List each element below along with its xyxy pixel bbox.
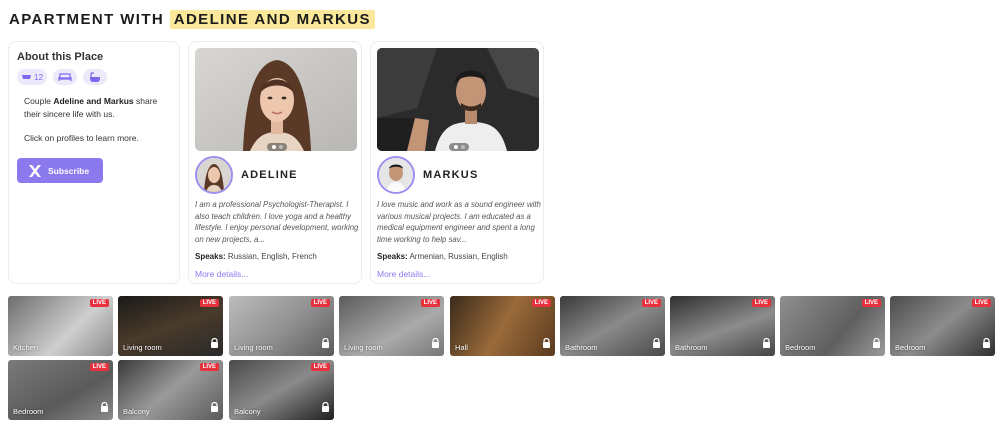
profile-photo[interactable]: [195, 48, 357, 151]
lock-icon: [210, 335, 219, 353]
lock-icon: [100, 399, 109, 417]
camera-tile[interactable]: LIVE Kitchen: [8, 296, 113, 356]
lock-icon: [321, 335, 330, 353]
live-badge: LIVE: [310, 299, 330, 307]
profile-card-markus[interactable]: MARKUS I love music and work as a sound …: [370, 41, 544, 284]
bathtub-icon: [89, 71, 100, 82]
camera-label: Bathroom: [675, 343, 708, 352]
subscribe-button[interactable]: Subscribe: [17, 158, 103, 183]
camera-tile[interactable]: LIVE Living room: [229, 296, 334, 356]
live-badge: LIVE: [751, 299, 771, 307]
title-prefix: APARTMENT WITH: [9, 11, 165, 28]
about-card: About this Place 12 Couple Adeline and M…: [8, 41, 180, 284]
live-badge: LIVE: [531, 299, 551, 307]
lock-icon: [210, 399, 219, 417]
camera-label: Bedroom: [13, 407, 44, 416]
live-badge: LIVE: [971, 299, 991, 307]
lock-icon: [321, 399, 330, 417]
live-badge: LIVE: [861, 299, 881, 307]
camera-label: Bathroom: [565, 343, 598, 352]
camera-label: Bedroom: [895, 343, 926, 352]
live-badge: LIVE: [641, 299, 661, 307]
profile-bio: I love music and work as a sound enginee…: [377, 200, 541, 244]
camera-tile[interactable]: LIVE Bedroom: [780, 296, 885, 356]
bed-icon: [22, 75, 31, 79]
about-description: Couple Adeline and Markus share their si…: [24, 96, 158, 119]
avatar[interactable]: [377, 156, 415, 194]
live-badge: LIVE: [89, 363, 109, 371]
camera-tile[interactable]: LIVE Bedroom: [8, 360, 113, 420]
lock-icon: [431, 335, 440, 353]
camera-tile[interactable]: LIVE Hall: [450, 296, 555, 356]
camera-tile[interactable]: LIVE Bathroom: [670, 296, 775, 356]
bed-chip: 12: [17, 69, 47, 85]
camera-tile[interactable]: LIVE Living room: [118, 296, 223, 356]
couple-names: Adeline and Markus: [53, 96, 134, 106]
camera-tile[interactable]: LIVE Balcony: [229, 360, 334, 420]
avatar[interactable]: [195, 156, 233, 194]
profile-languages: Speaks: Armenian, Russian, English: [377, 252, 508, 261]
about-hint: Click on profiles to learn more.: [24, 133, 139, 143]
more-details-link[interactable]: More details...: [377, 269, 430, 279]
subscribe-label: Subscribe: [48, 165, 90, 176]
camera-tile[interactable]: LIVE Balcony: [118, 360, 223, 420]
lock-icon: [872, 335, 881, 353]
profile-photo[interactable]: [377, 48, 539, 151]
camera-label: Hall: [455, 343, 468, 352]
profile-name: MARKUS: [423, 169, 479, 181]
live-badge: LIVE: [420, 299, 440, 307]
carousel-dots[interactable]: [449, 143, 469, 151]
camera-label: Living room: [344, 343, 383, 352]
bed-count: 12: [34, 72, 43, 82]
title-highlight: ADELINE AND MARKUS: [169, 10, 375, 29]
sofa-icon: [58, 73, 72, 81]
camera-label: Bedroom: [785, 343, 816, 352]
bathtub-chip: [82, 69, 107, 85]
live-badge: LIVE: [199, 363, 219, 371]
sofa-chip: [52, 69, 77, 85]
lock-icon: [982, 335, 991, 353]
camera-label: Balcony: [234, 407, 261, 416]
camera-label: Kitchen: [13, 343, 39, 352]
lock-icon: [652, 335, 661, 353]
amenities: 12: [17, 69, 107, 85]
more-details-link[interactable]: More details...: [195, 269, 248, 279]
carousel-dots[interactable]: [267, 143, 287, 151]
camera-tile[interactable]: LIVE Bedroom: [890, 296, 995, 356]
camera-label: Balcony: [123, 407, 150, 416]
lock-icon: [762, 335, 771, 353]
profile-bio: I am a professional Psychologist-Therapi…: [195, 200, 359, 244]
live-badge: LIVE: [199, 299, 219, 307]
about-title: About this Place: [17, 51, 104, 63]
profile-languages: Speaks: Russian, English, French: [195, 252, 317, 261]
lock-icon: [542, 335, 551, 353]
page-title: APARTMENT WITH ADELINE AND MARKUS: [9, 10, 375, 29]
camera-label: Living room: [234, 343, 273, 352]
live-badge: LIVE: [89, 299, 109, 307]
camera-tile[interactable]: LIVE Living room: [339, 296, 444, 356]
x-logo-icon: [29, 164, 41, 177]
profile-card-adeline[interactable]: ADELINE I am a professional Psychologist…: [188, 41, 362, 284]
camera-label: Living room: [123, 343, 162, 352]
profile-name: ADELINE: [241, 169, 298, 181]
live-badge: LIVE: [310, 363, 330, 371]
camera-tile[interactable]: LIVE Bathroom: [560, 296, 665, 356]
